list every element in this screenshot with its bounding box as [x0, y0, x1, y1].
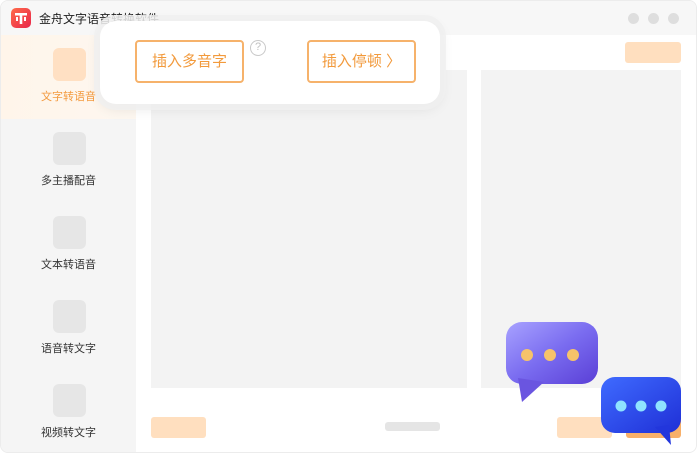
minimize-button[interactable] [628, 13, 639, 24]
maximize-button[interactable] [648, 13, 659, 24]
sidebar-item-label: 视频转文字 [41, 427, 96, 439]
sidebar-item-speech-to-text[interactable]: 语音转文字 [1, 287, 136, 371]
help-icon[interactable]: ? [250, 40, 266, 56]
sidebar-item-label: 语音转文字 [41, 343, 96, 355]
progress-placeholder [385, 422, 440, 431]
chat-bubble-purple-icon [506, 322, 598, 402]
insert-polyphone-button[interactable]: 插入多音字 [135, 40, 244, 83]
top-action-button[interactable] [625, 42, 681, 63]
chat-bubble-blue-icon [601, 377, 681, 445]
sidebar-item-label: 文本转语音 [41, 259, 96, 271]
insert-pause-button[interactable]: 插入停顿 〉 [307, 40, 416, 83]
bottom-left-button[interactable] [151, 417, 206, 438]
text-input-area[interactable] [151, 70, 467, 388]
document-to-speech-icon [53, 216, 86, 249]
insert-toolbar-popup: 插入多音字 ? 插入停顿 〉 [100, 21, 440, 104]
sidebar-item-label: 多主播配音 [41, 175, 96, 187]
multi-anchor-icon [53, 132, 86, 165]
app-logo-icon [11, 8, 31, 28]
app-window: 金舟文字语音转换软件 文字转语音 多主播配音 文本转语音 语音转文字 视频转文字 [0, 0, 697, 453]
sidebar-item-video-to-text[interactable]: 视频转文字 [1, 371, 136, 452]
video-to-text-icon [53, 384, 86, 417]
sidebar-item-multi-anchor[interactable]: 多主播配音 [1, 119, 136, 203]
sidebar-item-document-to-speech[interactable]: 文本转语音 [1, 203, 136, 287]
speech-to-text-icon [53, 300, 86, 333]
close-button[interactable] [668, 13, 679, 24]
text-to-speech-icon [53, 48, 86, 81]
